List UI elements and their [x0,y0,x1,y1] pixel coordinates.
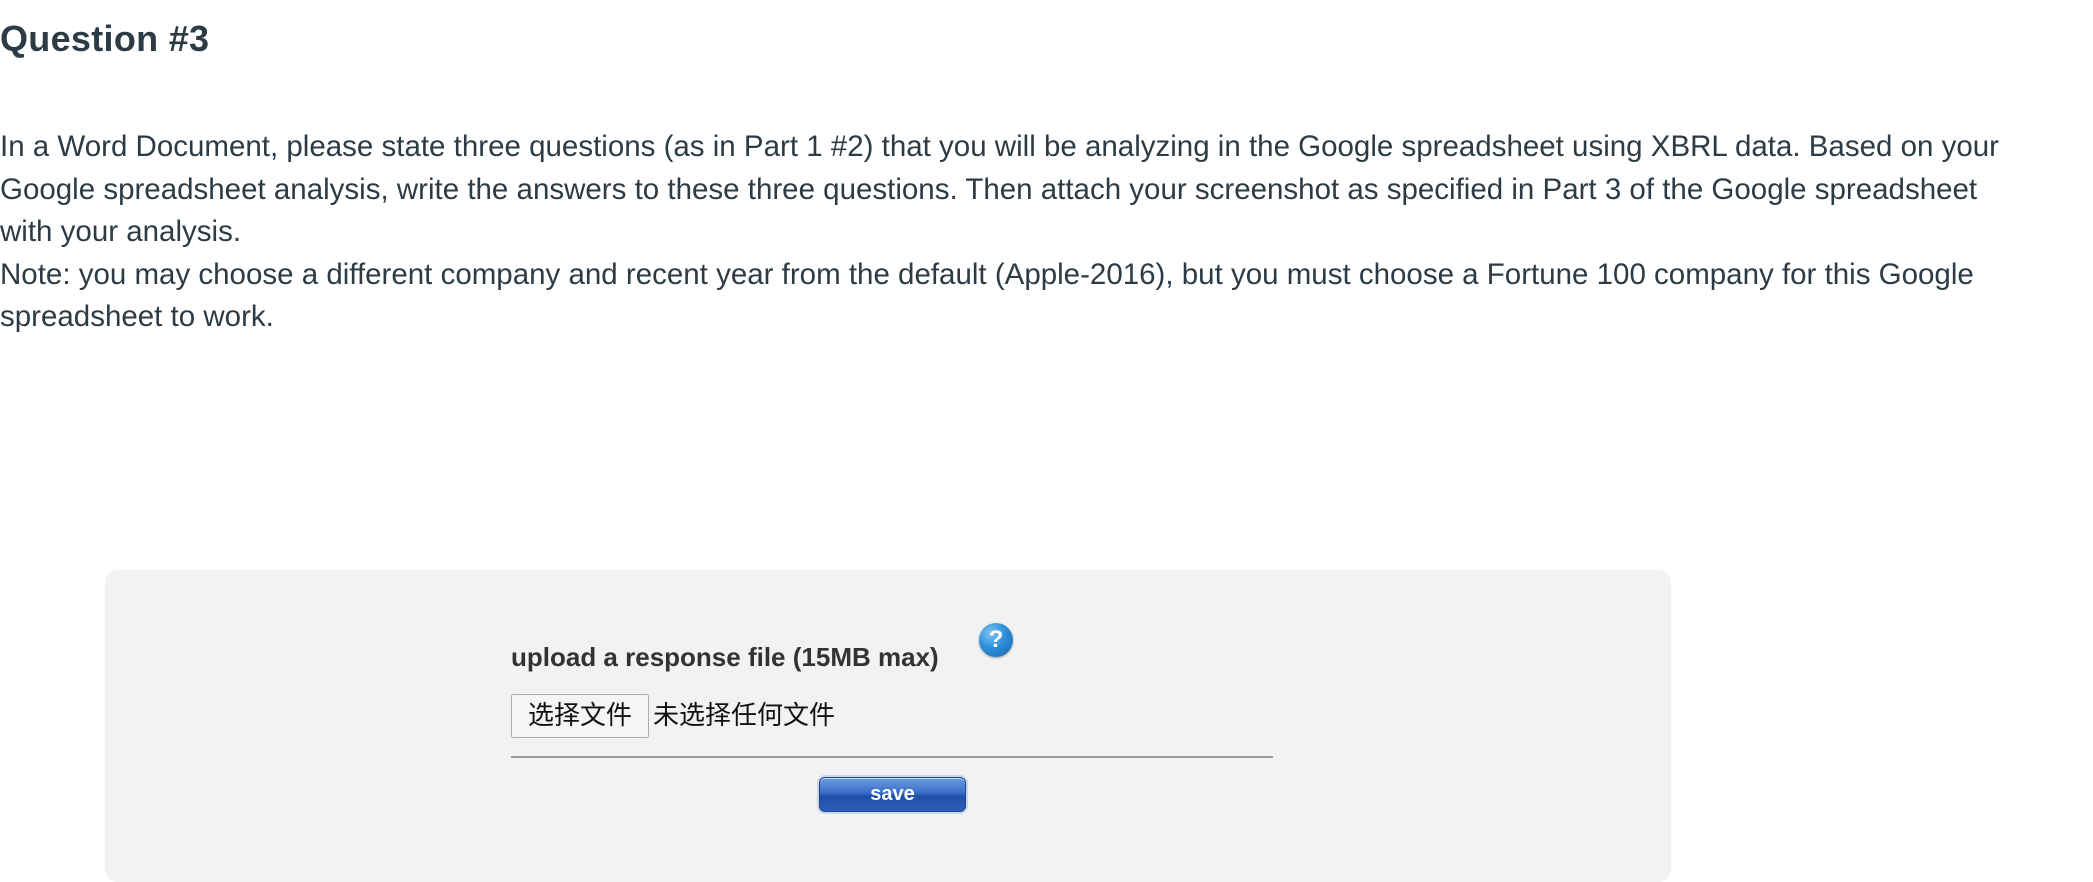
question-instructions: In a Word Document, please state three q… [0,130,1999,248]
question-note: Note: you may choose a different company… [0,257,1974,334]
choose-file-button[interactable]: 选择文件 [511,694,649,738]
upload-label: upload a response file (15MB max) [511,642,939,672]
divider [511,756,1273,758]
question-body: In a Word Document, please state three q… [0,126,2030,339]
question-title: Question #3 [0,18,210,59]
upload-panel: upload a response file (15MB max) ? 选择文件… [105,570,1671,882]
file-status-text: 未选择任何文件 [653,701,836,731]
help-icon[interactable]: ? [979,623,1013,657]
save-button[interactable]: save [819,777,966,812]
